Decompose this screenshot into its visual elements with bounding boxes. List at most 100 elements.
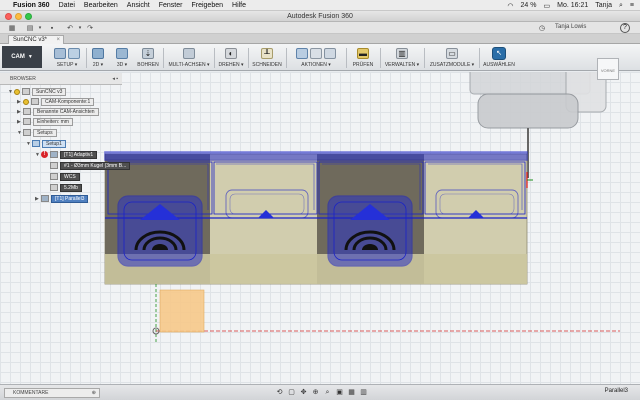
browser-panel-header[interactable]: BROWSER ◂ ▪ xyxy=(0,73,122,85)
quick-access-toolbar: ▦ ▤ ▾ ▪ ↶ ▾ ↷ ◷ Tanja Lowis ? xyxy=(0,22,640,34)
tree-label: #1 - Ø3mm Kugel (3mm B... xyxy=(60,161,131,170)
orbit-icon[interactable]: ⟲ xyxy=(275,388,284,397)
close-tab-icon[interactable]: × xyxy=(56,36,60,44)
menu-list-icon[interactable]: ≡ xyxy=(630,2,634,9)
viewports-icon[interactable]: ▥ xyxy=(359,388,368,397)
visibility-bulb-icon[interactable] xyxy=(14,88,20,95)
help-icon[interactable]: ? xyxy=(620,23,630,33)
job-status-icon[interactable]: ◷ xyxy=(536,24,548,32)
menubar-status-area: ◠ 24 % ▭ Mo. 16:21 Tanja ⌕ ≡ xyxy=(507,0,634,11)
wifi-icon[interactable]: ◠ xyxy=(507,2,513,10)
collapse-panel-icon[interactable]: ◂ ▪ xyxy=(112,73,118,85)
menu-bearbeiten[interactable]: Bearbeiten xyxy=(84,2,118,9)
tree-label: 5.2Mb xyxy=(60,183,82,192)
tree-item-tool[interactable]: #1 - Ø3mm Kugel (3mm B... xyxy=(50,161,131,170)
add-comment-icon[interactable]: ⊕ xyxy=(92,389,96,398)
ribbon-group-schneiden[interactable]: ╨ SCHNEIDEN xyxy=(250,46,284,69)
tree-item-component[interactable]: ▶ CAM-Komponente:1 xyxy=(17,97,95,106)
ribbon-group-label: 3D ▾ xyxy=(116,62,128,68)
canvas-viewport[interactable] xyxy=(0,72,640,384)
pan-icon[interactable]: ✥ xyxy=(299,388,308,397)
tree-item-size[interactable]: 5.2Mb xyxy=(50,183,82,192)
battery-icon[interactable]: ▭ xyxy=(543,2,550,10)
new-setup-icon[interactable] xyxy=(54,47,66,59)
tree-label: Setup1 xyxy=(42,139,66,148)
document-icon xyxy=(22,88,30,95)
chevron-down-icon: ▼ xyxy=(27,54,33,60)
tree-item-setups[interactable]: ▼ Setups xyxy=(17,128,57,137)
tree-item-setup1[interactable]: ▼ Setup1 xyxy=(26,139,66,148)
simulate-icon[interactable] xyxy=(296,47,308,59)
2d-toolpath-icon[interactable] xyxy=(92,47,104,59)
search-icon[interactable]: ⌕ xyxy=(619,2,623,10)
ribbon-group-bohren[interactable]: ⇣ BOHREN xyxy=(134,46,162,69)
grid-menu-icon[interactable]: ▦ xyxy=(6,24,18,32)
user-account[interactable]: Tanja Lowis xyxy=(555,24,586,30)
look-at-icon[interactable]: ▢ xyxy=(287,388,296,397)
turning-icon[interactable]: ◐ xyxy=(225,47,237,59)
menu-ansicht[interactable]: Ansicht xyxy=(127,2,150,9)
ribbon-group-label: 2D ▾ xyxy=(92,62,104,68)
ribbon-group-2d[interactable]: 2D ▾ xyxy=(87,46,109,69)
ribbon-group-setup[interactable]: SETUP ▾ xyxy=(48,46,86,69)
drill-icon[interactable]: ⇣ xyxy=(142,47,154,59)
visibility-bulb-icon[interactable] xyxy=(23,98,29,105)
menu-hilfe[interactable]: Hilfe xyxy=(232,2,246,9)
menubar-user[interactable]: Tanja xyxy=(595,2,612,9)
ribbon-group-3d[interactable]: 3D ▾ xyxy=(111,46,133,69)
comments-panel[interactable]: KOMMENTARE ⊕ xyxy=(4,388,100,398)
clock[interactable]: Mo. 16:21 xyxy=(557,2,588,9)
grid-settings-icon[interactable]: ▦ xyxy=(347,388,356,397)
view-cube[interactable]: VORNE xyxy=(597,58,619,80)
redo-icon[interactable]: ↷ xyxy=(84,24,96,32)
tree-label: [T1] Adaptiv1 xyxy=(60,150,98,159)
error-icon[interactable]: ! xyxy=(41,151,48,158)
select-cursor-icon[interactable]: ↖ xyxy=(493,47,505,59)
workspace-switcher[interactable]: CAM ▼ xyxy=(2,46,42,68)
menu-fenster[interactable]: Fenster xyxy=(159,2,183,9)
tree-label: Setups xyxy=(33,128,57,137)
3d-toolpath-icon[interactable] xyxy=(116,47,128,59)
tree-item-parallel3[interactable]: ▶ [T1] Parallel3 xyxy=(35,194,89,203)
fit-icon[interactable]: ⌕ xyxy=(323,388,332,397)
tree-item-root[interactable]: ▼ SunCNC v3 xyxy=(8,87,67,96)
tool-library-icon[interactable]: ▥ xyxy=(396,47,408,59)
save-icon[interactable]: ▪ xyxy=(46,24,58,32)
tree-label: WCS xyxy=(60,172,80,181)
document-tab[interactable]: SunCNC v3* × xyxy=(8,35,64,44)
setup-sheet-icon[interactable] xyxy=(324,47,336,59)
menu-app-name[interactable]: Fusion 360 xyxy=(13,2,50,9)
tree-item-named-views[interactable]: ▶ Benannte CAM-Ansichten xyxy=(17,107,99,116)
ribbon-group-pruefen[interactable]: ▬ PRÜFEN xyxy=(348,46,378,69)
cutting-icon[interactable]: ╨ xyxy=(261,47,273,59)
window-title: Autodesk Fusion 360 xyxy=(287,13,353,20)
ribbon-group-auswaehlen[interactable]: ↖ AUSWÄHLEN xyxy=(481,46,517,69)
ribbon-group-aktionen[interactable]: AKTIONEN ▾ xyxy=(288,46,344,69)
navigation-bar: ⟲ ▢ ✥ ⊕ ⌕ ▣ ▦ ▥ xyxy=(275,388,368,397)
display-settings-icon[interactable]: ▣ xyxy=(335,388,344,397)
menu-freigeben[interactable]: Freigeben xyxy=(191,2,223,9)
stock-icon[interactable] xyxy=(68,47,80,59)
menu-datei[interactable]: Datei xyxy=(59,2,75,9)
tree-item-adaptiv1[interactable]: ▼ ! [T1] Adaptiv1 xyxy=(35,150,98,159)
ribbon-group-multi-achsen[interactable]: MULTI-ACHSEN ▾ xyxy=(165,46,213,69)
data-size-icon xyxy=(50,184,58,191)
post-process-icon[interactable] xyxy=(310,47,322,59)
ribbon-group-verwalten[interactable]: ▥ VERWALTEN ▾ xyxy=(382,46,422,69)
tree-item-units[interactable]: ▶ Einheiten: mm xyxy=(17,117,73,126)
zoom-icon[interactable]: ⊕ xyxy=(311,388,320,397)
multi-axis-icon[interactable] xyxy=(183,47,195,59)
ribbon-group-label: PRÜFEN xyxy=(352,62,374,68)
workspace-label: CAM xyxy=(11,54,25,60)
measure-icon[interactable]: ▬ xyxy=(357,47,369,59)
battery-percent[interactable]: 24 % xyxy=(521,2,537,9)
tree-label: Benannte CAM-Ansichten xyxy=(33,107,99,116)
ribbon-group-label: BOHREN xyxy=(137,62,159,68)
ribbon-group-drehen[interactable]: ◐ DREHEN ▾ xyxy=(216,46,246,69)
tree-item-wcs[interactable]: WCS xyxy=(50,172,80,181)
window-title-bar: Autodesk Fusion 360 xyxy=(0,11,640,22)
ribbon-group-zusatzmodule[interactable]: ▭ ZUSATZMODULE ▾ xyxy=(426,46,478,69)
addins-icon[interactable]: ▭ xyxy=(446,47,458,59)
file-dropdown-icon[interactable]: ▾ xyxy=(34,24,46,32)
browser-title: BROWSER xyxy=(10,76,36,82)
